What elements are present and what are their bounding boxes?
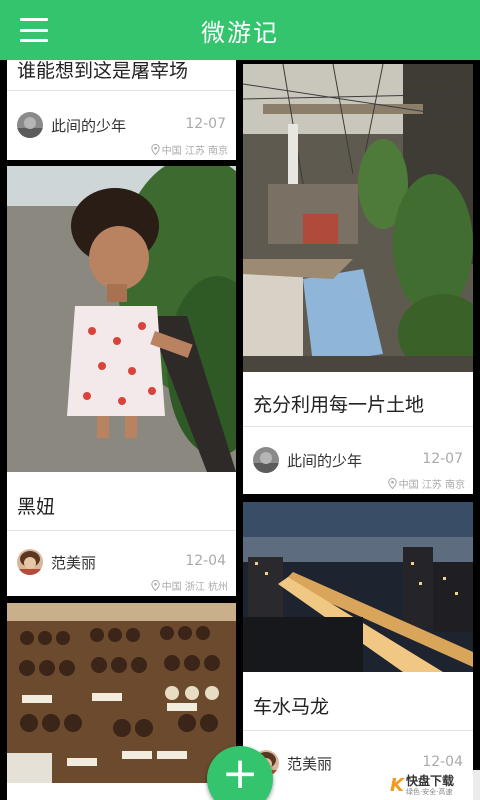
card-author[interactable]: 此间的少年: [253, 447, 362, 473]
travel-card[interactable]: 黑妞 范美丽 12-04 中国 浙江 杭州: [7, 166, 236, 596]
card-divider: [7, 530, 236, 531]
avatar: [17, 549, 43, 575]
watermark-brand: 快盘下载: [405, 773, 454, 788]
travel-card[interactable]: [7, 603, 236, 800]
card-photo: [7, 603, 236, 783]
travel-card[interactable]: 车水马龙 范美丽 12-04: [243, 502, 473, 800]
avatar: [253, 447, 279, 473]
card-author[interactable]: 此间的少年: [17, 112, 126, 138]
location-text: 中国 浙江 杭州: [161, 582, 228, 593]
location-pin-icon: [150, 144, 160, 155]
card-date: 12-04: [422, 754, 463, 770]
location-pin-icon: [150, 580, 160, 591]
card-location: 中国 浙江 杭州: [150, 578, 228, 593]
app-bar: 微游记: [0, 0, 480, 60]
avatar: [17, 112, 43, 138]
plus-icon: +: [221, 748, 259, 799]
card-location: 中国 江苏 南京: [387, 476, 465, 491]
location-text: 中国 江苏 南京: [161, 146, 228, 157]
card-divider: [243, 730, 473, 731]
app-title: 微游记: [201, 18, 279, 47]
card-photo: [7, 166, 236, 472]
author-name: 范美丽: [287, 754, 333, 773]
card-photo: [243, 64, 473, 372]
card-divider: [7, 90, 236, 91]
site-watermark: K 快盘下载 绿色·安全·高速: [386, 770, 480, 800]
hamburger-menu-icon[interactable]: [20, 18, 48, 42]
author-name: 此间的少年: [287, 451, 363, 470]
card-author[interactable]: 范美丽: [17, 549, 96, 575]
card-date: 12-07: [185, 116, 226, 132]
card-caption: 谁能想到这是屠宰场: [17, 60, 189, 82]
author-name: 此间的少年: [51, 116, 127, 135]
watermark-logo: K: [390, 774, 404, 796]
card-caption: 充分利用每一片土地: [253, 394, 425, 416]
location-pin-icon: [387, 478, 397, 489]
card-photo: [243, 502, 473, 672]
travel-card[interactable]: 谁能想到这是屠宰场 此间的少年 12-07 中国 江苏 南京: [7, 50, 236, 160]
card-caption: 车水马龙: [253, 696, 330, 718]
travel-card[interactable]: 充分利用每一片土地 此间的少年 12-07 中国 江苏 南京: [243, 64, 473, 494]
author-name: 范美丽: [51, 553, 97, 572]
card-caption: 黑妞: [17, 496, 56, 518]
card-date: 12-07: [422, 451, 463, 467]
watermark-tagline: 绿色·安全·高速: [405, 787, 453, 796]
card-date: 12-04: [185, 553, 226, 569]
card-divider: [243, 426, 473, 427]
location-text: 中国 江苏 南京: [398, 480, 465, 491]
card-location: 中国 江苏 南京: [150, 142, 228, 157]
